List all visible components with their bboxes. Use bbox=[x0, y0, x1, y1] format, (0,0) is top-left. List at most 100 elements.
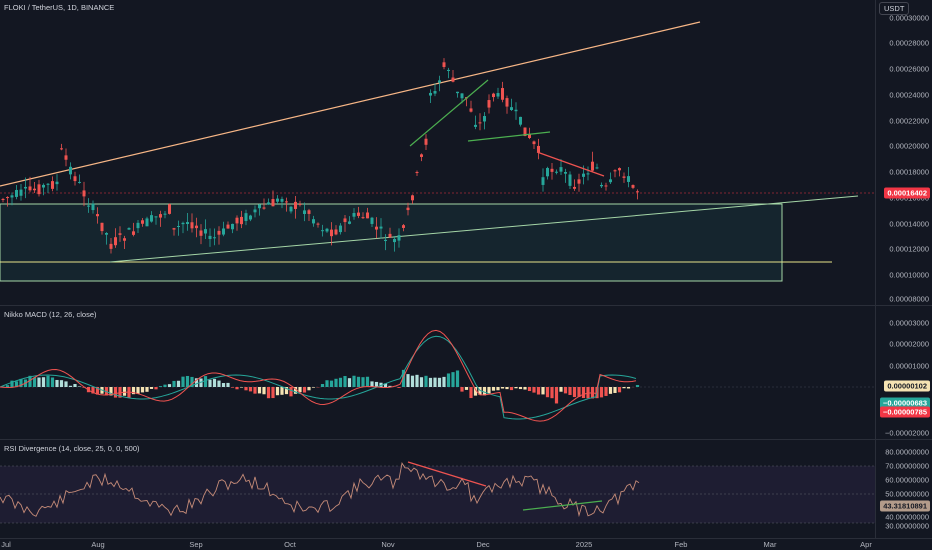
macd-histogram-bar bbox=[410, 375, 415, 387]
macd-histogram-bar bbox=[262, 387, 266, 395]
candle-body bbox=[402, 225, 405, 228]
candle-body bbox=[564, 172, 567, 174]
macd-histogram-bar bbox=[550, 387, 554, 399]
candle-body bbox=[69, 166, 72, 175]
macd-histogram-bar bbox=[446, 373, 451, 387]
macd-histogram-bar bbox=[487, 387, 491, 394]
candle-body bbox=[613, 170, 617, 172]
macd-histogram-bar bbox=[532, 387, 536, 393]
price-tick: 0.00014000 bbox=[889, 219, 929, 229]
macd-histogram-bar bbox=[46, 375, 50, 387]
candle-body bbox=[532, 141, 536, 145]
macd-histogram-bar bbox=[212, 378, 217, 387]
macd-histogram-bar bbox=[280, 387, 284, 395]
price-chart[interactable] bbox=[0, 0, 875, 305]
macd-histogram-bar bbox=[50, 377, 55, 387]
candle-body bbox=[249, 215, 252, 220]
candle-body bbox=[393, 238, 396, 243]
macd-histogram-bar bbox=[122, 387, 127, 396]
macd-histogram-bar bbox=[248, 387, 253, 392]
upper-trendline bbox=[0, 21, 701, 187]
macd-histogram-bar bbox=[442, 376, 446, 387]
macd-tick: 0.00002000 bbox=[889, 339, 929, 349]
candle-body bbox=[438, 80, 441, 83]
macd-histogram-bar bbox=[59, 380, 64, 387]
candle-body bbox=[487, 100, 491, 108]
macd-histogram-bar bbox=[460, 387, 464, 392]
candle-body bbox=[195, 225, 198, 229]
candle-body bbox=[136, 222, 140, 229]
candle-body bbox=[586, 173, 590, 175]
candle-body bbox=[19, 189, 23, 196]
macd-histogram-bar bbox=[230, 387, 235, 388]
candle-body bbox=[42, 184, 45, 188]
candle-body bbox=[262, 207, 266, 209]
macd-histogram-bar bbox=[343, 376, 347, 387]
time-label: Jul bbox=[1, 540, 11, 549]
candle-body bbox=[33, 188, 36, 191]
macd-histogram-bar bbox=[523, 387, 527, 390]
macd-histogram-bar bbox=[113, 387, 118, 398]
macd-histogram-bar bbox=[338, 377, 343, 387]
macd-pane[interactable]: Nikko MACD (12, 26, close) 0.00003000 0.… bbox=[0, 306, 932, 439]
macd-histogram-bar bbox=[347, 378, 352, 387]
candle-body bbox=[501, 88, 504, 100]
candle-body bbox=[46, 183, 50, 185]
candle-body bbox=[186, 222, 189, 225]
candle-body bbox=[82, 190, 86, 197]
macd-title[interactable]: Nikko MACD (12, 26, close) bbox=[4, 310, 97, 319]
price-pane[interactable]: FLOKI / TetherUS, 1D, BINANCE USDT 0.000… bbox=[0, 0, 932, 305]
time-label: Mar bbox=[763, 540, 777, 549]
neckline bbox=[467, 131, 551, 142]
candle-body bbox=[478, 122, 482, 124]
candle-body bbox=[379, 226, 383, 229]
macd-axis[interactable]: 0.00003000 0.00002000 0.00001000 −0.0000… bbox=[875, 306, 932, 439]
candle-body bbox=[352, 213, 356, 217]
candle-body bbox=[132, 231, 135, 235]
macd-histogram-bar bbox=[536, 387, 541, 395]
candle-body bbox=[568, 174, 572, 186]
candle-body bbox=[118, 233, 122, 235]
time-label: Aug bbox=[91, 540, 105, 549]
rsi-chart[interactable] bbox=[0, 440, 875, 538]
macd-histogram-bar bbox=[455, 370, 460, 387]
candle-body bbox=[600, 184, 603, 187]
time-label: Nov bbox=[381, 540, 395, 549]
macd-histogram-bar bbox=[397, 387, 401, 388]
macd-histogram-bar bbox=[266, 387, 271, 399]
candle-body bbox=[424, 138, 428, 145]
macd-histogram-bar bbox=[365, 376, 370, 387]
candle-body bbox=[366, 212, 369, 219]
price-axis[interactable]: USDT 0.00030000 0.00028000 0.00026000 0.… bbox=[875, 0, 932, 305]
candle-body bbox=[505, 98, 509, 107]
candle-body bbox=[469, 108, 473, 112]
candle-body bbox=[303, 210, 306, 214]
candle-body bbox=[1, 198, 5, 200]
rsi-axis[interactable]: 80.00000000 70.00000000 60.00000000 50.0… bbox=[875, 440, 932, 538]
time-label: Apr bbox=[860, 540, 872, 549]
range-zone bbox=[0, 203, 783, 282]
candle-body bbox=[406, 207, 410, 211]
macd-histogram-bar bbox=[482, 387, 487, 396]
last-price-badge: 0.00016402 bbox=[884, 187, 930, 199]
candle-body bbox=[150, 215, 153, 222]
macd-histogram-bar bbox=[145, 387, 149, 392]
candle-body bbox=[141, 220, 144, 224]
rsi-pane[interactable]: RSI Divergence (14, close, 25, 0, 0, 500… bbox=[0, 440, 932, 538]
macd-histogram-bar bbox=[352, 375, 356, 387]
candle-body bbox=[204, 229, 207, 234]
candle-body bbox=[240, 216, 243, 225]
candle-body bbox=[267, 202, 270, 205]
macd-histogram-bar bbox=[599, 387, 604, 398]
candle-body bbox=[105, 232, 108, 235]
macd-histogram-bar bbox=[613, 387, 617, 393]
rsi-title[interactable]: RSI Divergence (14, close, 25, 0, 0, 500… bbox=[4, 444, 140, 453]
candle-body bbox=[456, 91, 459, 94]
candle-body bbox=[316, 223, 320, 225]
candle-body bbox=[276, 198, 279, 202]
time-axis[interactable]: Jul Aug Sep Oct Nov Dec 2025 Feb Mar Apr bbox=[0, 538, 932, 550]
candle-body bbox=[555, 171, 558, 173]
candle-body bbox=[24, 186, 27, 189]
symbol-title[interactable]: FLOKI / TetherUS, 1D, BINANCE bbox=[4, 3, 114, 12]
macd-chart[interactable] bbox=[0, 306, 875, 439]
